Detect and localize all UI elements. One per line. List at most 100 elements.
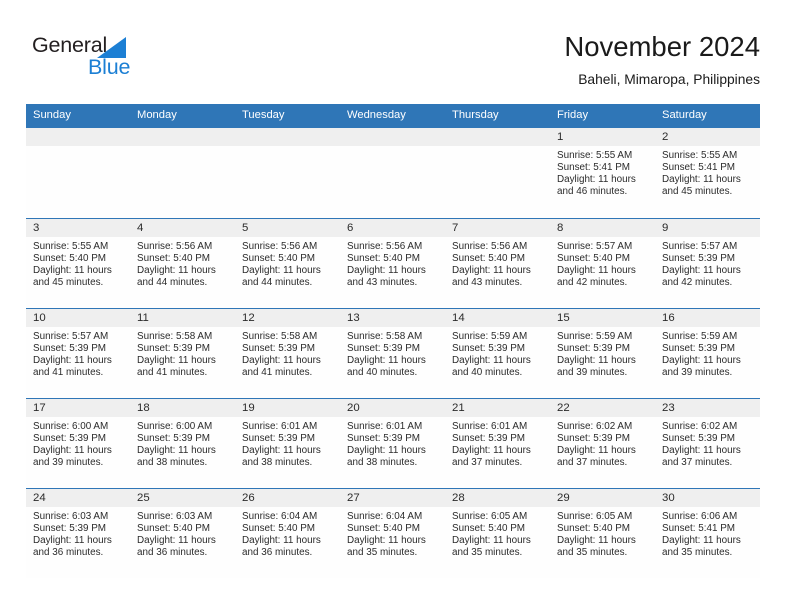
daylight-text-line1: Daylight: 11 hours bbox=[347, 534, 426, 546]
daylight-text-line1: Daylight: 11 hours bbox=[662, 354, 741, 366]
daylight-text-line1: Daylight: 11 hours bbox=[452, 444, 531, 456]
day-number: 23 bbox=[655, 398, 760, 417]
day-cell-content: 10 Sunrise: 5:57 AM Sunset: 5:39 PM Dayligh… bbox=[26, 308, 130, 398]
calendar-cell-empty bbox=[445, 128, 550, 218]
daylight-text-line2: and 38 minutes. bbox=[137, 456, 208, 468]
daylight-text-line2: and 37 minutes. bbox=[452, 456, 523, 468]
calendar-day-cell[interactable]: 8 Sunrise: 5:57 AM Sunset: 5:40 PM Daylight… bbox=[550, 217, 655, 308]
daylight-text-line2: and 41 minutes. bbox=[137, 366, 208, 378]
calendar-day-cell[interactable]: 20 Sunrise: 6:01 AM Sunset: 5:39 PM Dayligh… bbox=[340, 397, 445, 488]
sunrise-text: Sunrise: 5:58 AM bbox=[242, 330, 318, 342]
day-number: 3 bbox=[26, 218, 130, 237]
sun-info: Sunrise: 5:55 AM Sunset: 5:40 PM Daylight:… bbox=[26, 237, 130, 289]
calendar-day-cell[interactable]: 5 Sunrise: 5:56 AM Sunset: 5:40 PM Daylight… bbox=[235, 217, 340, 308]
daylight-text-line1: Daylight: 11 hours bbox=[242, 354, 321, 366]
day-number: 22 bbox=[550, 398, 655, 417]
sun-info: Sunrise: 6:02 AM Sunset: 5:39 PM Daylight:… bbox=[655, 417, 760, 469]
sunrise-text: Sunrise: 5:55 AM bbox=[662, 150, 738, 161]
calendar-day-cell[interactable]: 30 Sunrise: 6:06 AM Sunset: 5:41 PM Dayligh… bbox=[655, 487, 760, 578]
sunset-text: Sunset: 5:39 PM bbox=[557, 342, 631, 354]
day-number: 4 bbox=[130, 218, 235, 237]
sunrise-text: Sunrise: 5:59 AM bbox=[662, 330, 738, 342]
calendar-day-cell[interactable]: 7 Sunrise: 5:56 AM Sunset: 5:40 PM Daylight… bbox=[445, 217, 550, 308]
sun-info: Sunrise: 6:05 AM Sunset: 5:40 PM Daylight:… bbox=[550, 507, 655, 559]
daylight-text-line2: and 42 minutes. bbox=[662, 276, 733, 288]
calendar-day-cell[interactable]: 10 Sunrise: 5:57 AM Sunset: 5:39 PM Dayligh… bbox=[26, 307, 130, 398]
sunset-text: Sunset: 5:41 PM bbox=[557, 162, 631, 174]
calendar-day-cell[interactable]: 21 Sunrise: 6:01 AM Sunset: 5:39 PM Dayligh… bbox=[445, 397, 550, 488]
weekday-header-tuesday: Tuesday bbox=[235, 104, 340, 128]
day-cell-content bbox=[445, 128, 550, 218]
day-number: 14 bbox=[445, 308, 550, 327]
day-number: 11 bbox=[130, 308, 235, 327]
calendar-day-cell[interactable]: 24 Sunrise: 6:03 AM Sunset: 5:39 PM Dayligh… bbox=[26, 487, 130, 579]
calendar-day-cell[interactable]: 12 Sunrise: 5:58 AM Sunset: 5:39 PM Dayligh… bbox=[235, 307, 340, 398]
calendar-table: Sunday Monday Tuesday Wednesday Thursday… bbox=[26, 104, 760, 578]
calendar-day-cell[interactable]: 19 Sunrise: 6:01 AM Sunset: 5:39 PM Dayligh… bbox=[235, 397, 340, 488]
day-cell-content: 6 Sunrise: 5:56 AM Sunset: 5:40 PM Daylight… bbox=[340, 218, 445, 308]
calendar-day-cell[interactable]: 22 Sunrise: 6:02 AM Sunset: 5:39 PM Dayligh… bbox=[550, 397, 655, 488]
sunset-text: Sunset: 5:41 PM bbox=[662, 162, 736, 174]
calendar-day-cell[interactable]: 17 Sunrise: 6:00 AM Sunset: 5:39 PM Dayligh… bbox=[26, 397, 130, 488]
calendar-day-cell[interactable]: 27 Sunrise: 6:04 AM Sunset: 5:40 PM Dayligh… bbox=[340, 487, 445, 579]
weekday-header-monday: Monday bbox=[130, 104, 235, 128]
weekday-header-sunday: Sunday bbox=[26, 104, 130, 128]
daylight-text-line2: and 40 minutes. bbox=[452, 366, 523, 378]
day-cell-content: 20 Sunrise: 6:01 AM Sunset: 5:39 PM Dayligh… bbox=[340, 398, 445, 488]
sunrise-text: Sunrise: 5:57 AM bbox=[557, 240, 633, 252]
daylight-text-line2: and 35 minutes. bbox=[662, 546, 733, 558]
daylight-text-line1: Daylight: 11 hours bbox=[242, 534, 321, 546]
calendar-day-cell[interactable]: 26 Sunrise: 6:04 AM Sunset: 5:40 PM Dayligh… bbox=[235, 487, 340, 578]
calendar-day-cell[interactable]: 18 Sunrise: 6:00 AM Sunset: 5:39 PM Dayligh… bbox=[130, 397, 235, 488]
day-cell-content: 28 Sunrise: 6:05 AM Sunset: 5:40 PM Dayligh… bbox=[445, 488, 550, 579]
calendar-page: General Blue November 2024 Baheli, Mimar… bbox=[0, 0, 792, 612]
daylight-text-line2: and 43 minutes. bbox=[452, 276, 523, 288]
logo-text-general: General bbox=[32, 33, 108, 57]
day-cell-content: 18 Sunrise: 6:00 AM Sunset: 5:39 PM Dayligh… bbox=[130, 398, 235, 488]
calendar-day-cell[interactable]: 28 Sunrise: 6:05 AM Sunset: 5:40 PM Dayligh… bbox=[445, 487, 550, 579]
day-cell-content: 1 Sunrise: 5:55 AM Sunset: 5:41 PM Daylight… bbox=[550, 128, 655, 218]
day-number: 15 bbox=[550, 308, 655, 327]
weekday-header-row: Sunday Monday Tuesday Wednesday Thursday… bbox=[26, 104, 760, 128]
sunset-text: Sunset: 5:41 PM bbox=[662, 522, 736, 534]
daylight-text-line2: and 39 minutes. bbox=[33, 456, 104, 468]
day-number bbox=[340, 128, 445, 146]
sunset-text: Sunset: 5:39 PM bbox=[347, 432, 421, 444]
sunrise-text: Sunrise: 6:04 AM bbox=[242, 510, 318, 522]
calendar-day-cell[interactable]: 9 Sunrise: 5:57 AM Sunset: 5:39 PM Daylight… bbox=[655, 217, 760, 308]
calendar-day-cell[interactable]: 14 Sunrise: 5:59 AM Sunset: 5:39 PM Dayligh… bbox=[445, 307, 550, 398]
daylight-text-line2: and 39 minutes. bbox=[557, 366, 628, 378]
day-cell-content bbox=[235, 128, 340, 218]
daylight-text-line1: Daylight: 11 hours bbox=[452, 264, 531, 276]
calendar-day-cell[interactable]: 1 Sunrise: 5:55 AM Sunset: 5:41 PM Daylight… bbox=[550, 128, 655, 218]
calendar-cell-empty bbox=[235, 128, 340, 218]
sunset-text: Sunset: 5:40 PM bbox=[137, 252, 211, 264]
calendar-day-cell[interactable]: 6 Sunrise: 5:56 AM Sunset: 5:40 PM Daylight… bbox=[340, 217, 445, 308]
calendar-day-cell[interactable]: 13 Sunrise: 5:58 AM Sunset: 5:39 PM Dayligh… bbox=[340, 307, 445, 398]
sun-info: Sunrise: 5:55 AM Sunset: 5:41 PM Daylight:… bbox=[655, 146, 760, 198]
day-number: 9 bbox=[655, 218, 760, 237]
daylight-text-line1: Daylight: 11 hours bbox=[557, 354, 636, 366]
day-number: 20 bbox=[340, 398, 445, 417]
sunset-text: Sunset: 5:40 PM bbox=[347, 522, 421, 534]
calendar-day-cell[interactable]: 15 Sunrise: 5:59 AM Sunset: 5:39 PM Dayligh… bbox=[550, 307, 655, 398]
calendar-day-cell[interactable]: 4 Sunrise: 5:56 AM Sunset: 5:40 PM Daylight… bbox=[130, 217, 235, 308]
calendar-day-cell[interactable]: 11 Sunrise: 5:58 AM Sunset: 5:39 PM Dayligh… bbox=[130, 307, 235, 398]
day-cell-content: 27 Sunrise: 6:04 AM Sunset: 5:40 PM Dayligh… bbox=[340, 488, 445, 579]
day-cell-content: 17 Sunrise: 6:00 AM Sunset: 5:39 PM Dayligh… bbox=[26, 398, 130, 488]
sunset-text: Sunset: 5:39 PM bbox=[137, 342, 211, 354]
calendar-day-cell[interactable]: 29 Sunrise: 6:05 AM Sunset: 5:40 PM Dayligh… bbox=[550, 487, 655, 578]
day-cell-content: 13 Sunrise: 5:58 AM Sunset: 5:39 PM Dayligh… bbox=[340, 308, 445, 398]
calendar-day-cell[interactable]: 23 Sunrise: 6:02 AM Sunset: 5:39 PM Dayligh… bbox=[655, 397, 760, 488]
daylight-text-line2: and 35 minutes. bbox=[347, 546, 418, 558]
page-title: November 2024 bbox=[564, 31, 760, 62]
daylight-text-line2: and 38 minutes. bbox=[242, 456, 313, 468]
day-cell-content: 24 Sunrise: 6:03 AM Sunset: 5:39 PM Dayligh… bbox=[26, 488, 130, 579]
calendar-cell-empty bbox=[130, 128, 235, 218]
calendar-day-cell[interactable]: 16 Sunrise: 5:59 AM Sunset: 5:39 PM Dayligh… bbox=[655, 307, 760, 398]
calendar-day-cell[interactable]: 2 Sunrise: 5:55 AM Sunset: 5:41 PM Daylight… bbox=[655, 128, 760, 218]
calendar-day-cell[interactable]: 3 Sunrise: 5:55 AM Sunset: 5:40 PM Daylight… bbox=[26, 217, 130, 308]
generalblue-logo[interactable]: General Blue bbox=[32, 33, 232, 85]
sunrise-text: Sunrise: 6:02 AM bbox=[557, 420, 633, 432]
calendar-day-cell[interactable]: 25 Sunrise: 6:03 AM Sunset: 5:40 PM Dayligh… bbox=[130, 487, 235, 578]
